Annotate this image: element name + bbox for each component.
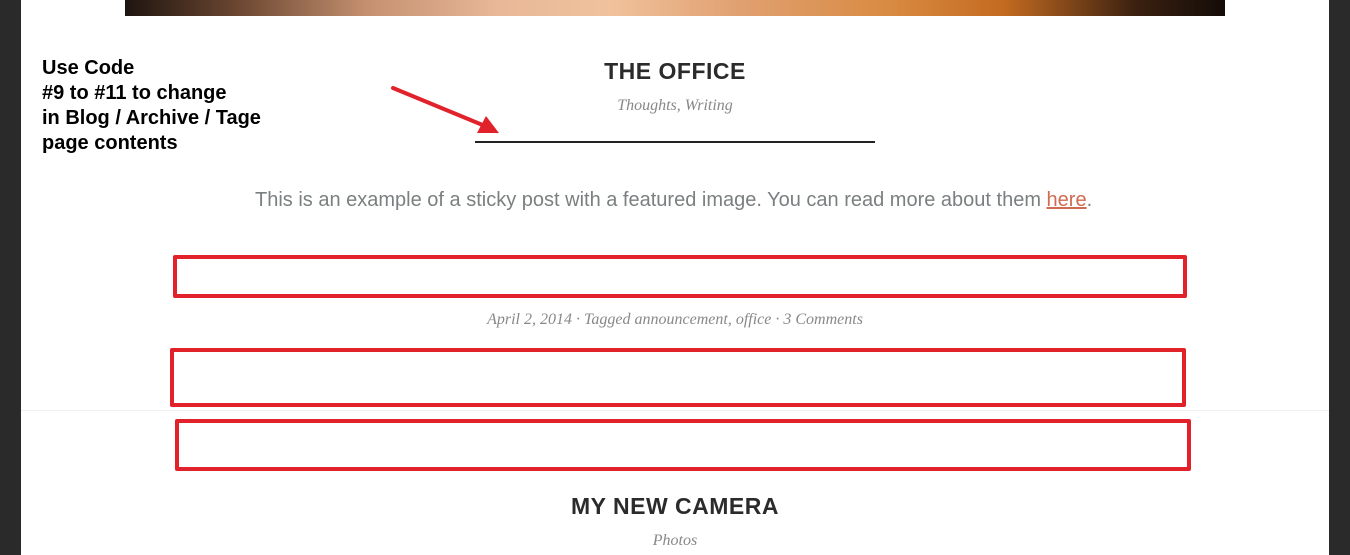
meta-separator: · Tagged [571,311,635,328]
tag-link-office[interactable]: office [736,311,772,328]
post-title[interactable]: THE OFFICE [0,58,1350,85]
comments-link[interactable]: 3 Comments [783,311,863,328]
post-divider [21,410,1329,411]
excerpt-text: This is an example of a sticky post with… [255,189,1047,211]
highlight-box-3 [175,419,1191,471]
featured-image[interactable] [125,0,1225,16]
post-title[interactable]: MY NEW CAMERA [0,493,1350,520]
meta-separator: · [771,311,784,328]
tag-link-announcement[interactable]: announcement [635,311,728,328]
highlight-box-2 [170,348,1186,407]
tag-separator: , [727,311,736,328]
excerpt-end: . [1086,189,1093,211]
post-date-link[interactable]: April 2, 2014 [487,311,572,328]
excerpt-read-more-link[interactable]: here [1047,189,1087,211]
highlight-box-1 [173,255,1187,298]
post-excerpt: This is an example of a sticky post with… [255,184,1095,217]
title-underline [475,141,875,143]
post-meta: April 2, 2014 · Tagged announcement, off… [0,311,1350,329]
post-categories[interactable]: Photos [0,532,1350,550]
post-categories[interactable]: Thoughts, Writing [0,97,1350,115]
